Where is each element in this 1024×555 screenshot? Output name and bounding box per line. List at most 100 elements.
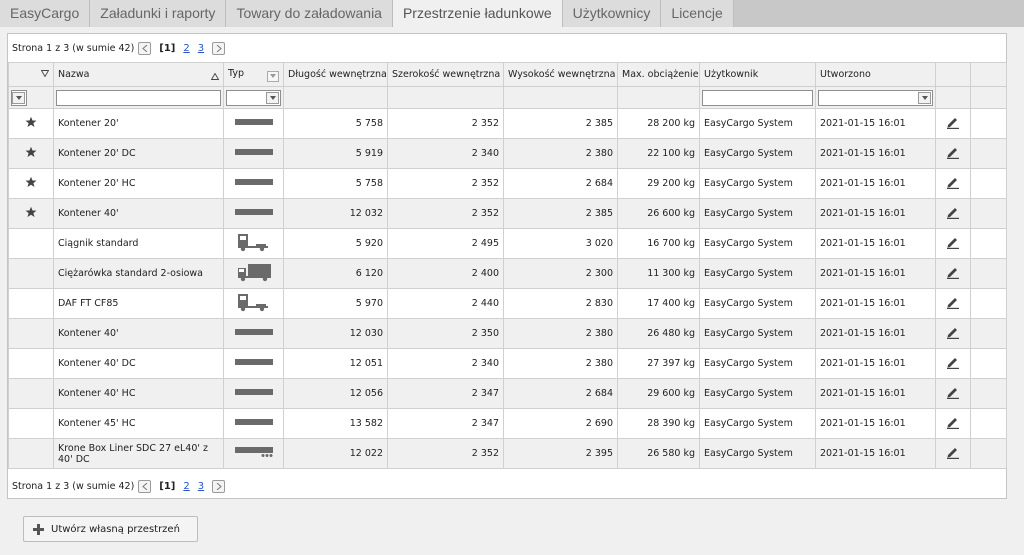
- created-column-header[interactable]: Utworzono: [815, 62, 936, 87]
- user-column-header[interactable]: Użytkownik: [699, 62, 816, 87]
- type-cell: [223, 438, 284, 469]
- edit-button[interactable]: [935, 198, 971, 229]
- height-cell: 2 380: [503, 318, 618, 349]
- length-cell: 12 022: [283, 438, 388, 469]
- prev-page-button[interactable]: [138, 479, 152, 493]
- chevron-down-icon: [269, 95, 276, 100]
- height-cell: 2 690: [503, 408, 618, 439]
- created-cell: 2021-01-15 16:01: [815, 318, 936, 349]
- table-row[interactable]: Ciągnik standard 5 920 2 495 3 020 16 700 kg…: [8, 228, 1007, 259]
- height-column-header[interactable]: Wysokość wewnętrzna: [503, 62, 618, 87]
- table-row[interactable]: Kontener 45' HC 13 582 2 347 2 690 28 390 kg…: [8, 408, 1007, 439]
- next-page-button[interactable]: [212, 479, 226, 493]
- length-cell: 13 582: [283, 408, 388, 439]
- extra-cell: [970, 318, 1007, 349]
- type-column-header[interactable]: Typ: [223, 62, 284, 87]
- edit-button[interactable]: [935, 288, 971, 319]
- name-column-header[interactable]: Nazwa: [53, 62, 224, 87]
- tab-załadunki-i-raporty[interactable]: Załadunki i raporty: [90, 0, 227, 27]
- table-row[interactable]: Ciężarówka standard 2-osiowa 6 120 2 400 2 …: [8, 258, 1007, 289]
- pencil-icon: [947, 147, 959, 159]
- tab-towary-do-załadowania[interactable]: Towary do załadowania: [226, 0, 393, 27]
- favorite-cell[interactable]: [8, 288, 54, 319]
- tab-licencje[interactable]: Licencje: [661, 0, 734, 27]
- type-filter-select[interactable]: [226, 89, 281, 106]
- favorite-column-header[interactable]: [8, 62, 54, 87]
- type-cell: [223, 258, 284, 289]
- page-3-link[interactable]: 3: [198, 43, 204, 54]
- favorite-filter-select[interactable]: [11, 89, 27, 106]
- length-column-header[interactable]: Długość wewnętrzna: [283, 62, 388, 87]
- favorite-cell[interactable]: [8, 408, 54, 439]
- pager-text: Strona 1 z 3 (w sumie 42): [12, 480, 135, 492]
- favorite-cell[interactable]: [8, 348, 54, 379]
- extra-cell: [970, 438, 1007, 469]
- favorite-cell[interactable]: [8, 228, 54, 259]
- edit-button[interactable]: [935, 408, 971, 439]
- user-cell: EasyCargo System: [699, 228, 816, 259]
- type-filter-menu-button[interactable]: [267, 70, 279, 82]
- extra-cell: [970, 108, 1007, 139]
- table-row[interactable]: Kontener 20' HC 5 758 2 352 2 684 29 200 kg E…: [8, 168, 1007, 199]
- width-column-header[interactable]: Szerokość wewnętrzna: [387, 62, 504, 87]
- table-row[interactable]: Kontener 20' 5 758 2 352 2 385 28 200 kg Easy…: [8, 108, 1007, 139]
- favorite-cell[interactable]: [8, 108, 54, 139]
- tab-użytkownicy[interactable]: Użytkownicy: [562, 0, 662, 27]
- table-row[interactable]: Kontener 40' 12 032 2 352 2 385 26 600 kg Eas…: [8, 198, 1007, 229]
- edit-button[interactable]: [935, 138, 971, 169]
- maxload-cell: 26 600 kg: [617, 198, 700, 229]
- maxload-cell: 28 390 kg: [617, 408, 700, 439]
- favorite-cell[interactable]: [8, 138, 54, 169]
- edit-button[interactable]: [935, 168, 971, 199]
- chevron-right-icon: [216, 44, 222, 52]
- page-3-link[interactable]: 3: [198, 481, 204, 492]
- table-row[interactable]: Kontener 40' HC 12 056 2 347 2 684 29 600 kg…: [8, 378, 1007, 409]
- pager-text: Strona 1 z 3 (w sumie 42): [12, 42, 135, 54]
- favorite-cell[interactable]: [8, 378, 54, 409]
- favorite-cell[interactable]: [8, 198, 54, 229]
- table-row[interactable]: DAF FT CF85 5 970 2 440 2 830 17 400 kg EasyC…: [8, 288, 1007, 319]
- favorite-cell[interactable]: [8, 168, 54, 199]
- edit-button[interactable]: [935, 438, 971, 469]
- edit-button[interactable]: [935, 258, 971, 289]
- edit-button[interactable]: [935, 348, 971, 379]
- extra-column-header: [970, 62, 1007, 87]
- user-cell: EasyCargo System: [699, 168, 816, 199]
- favorite-cell[interactable]: [8, 438, 54, 469]
- table-row[interactable]: Kontener 20' DC 5 919 2 340 2 380 22 100 kg E…: [8, 138, 1007, 169]
- maxload-column-header[interactable]: Max. obciążenie: [617, 62, 700, 87]
- height-cell: 2 380: [503, 138, 618, 169]
- user-filter-input[interactable]: [702, 89, 813, 106]
- pencil-icon: [947, 297, 959, 309]
- table-row[interactable]: Krone Box Liner SDC 27 eL40' z 40' DC 12 …: [8, 438, 1007, 469]
- tab-bar: EasyCargo Załadunki i raporty Towary do za…: [0, 0, 1024, 27]
- maxload-cell: 28 200 kg: [617, 108, 700, 139]
- edit-button[interactable]: [935, 318, 971, 349]
- create-own-space-button[interactable]: Utwórz własną przestrzeń: [23, 516, 198, 542]
- name-cell: Kontener 40' HC: [53, 378, 224, 409]
- favorite-cell[interactable]: [8, 318, 54, 349]
- name-filter-input[interactable]: [56, 89, 221, 106]
- page-2-link[interactable]: 2: [183, 481, 189, 492]
- container-icon: [234, 179, 273, 185]
- page-2-link[interactable]: 2: [183, 43, 189, 54]
- width-cell: 2 340: [387, 138, 504, 169]
- favorite-cell[interactable]: [8, 258, 54, 289]
- edit-button[interactable]: [935, 378, 971, 409]
- pencil-icon: [947, 327, 959, 339]
- chevron-left-icon: [142, 482, 148, 490]
- tab-przestrzenie-ładunkowe[interactable]: Przestrzenie ładunkowe: [392, 0, 563, 27]
- created-filter-select[interactable]: [818, 89, 933, 106]
- prev-page-button[interactable]: [138, 41, 152, 55]
- table-row[interactable]: Kontener 40' 12 030 2 350 2 380 26 480 kg Eas…: [8, 318, 1007, 349]
- name-cell: DAF FT CF85: [53, 288, 224, 319]
- created-cell: 2021-01-15 16:01: [815, 198, 936, 229]
- name-cell: Kontener 20': [53, 108, 224, 139]
- tab-easycargo[interactable]: EasyCargo: [0, 0, 91, 27]
- user-cell: EasyCargo System: [699, 438, 816, 469]
- edit-button[interactable]: [935, 108, 971, 139]
- next-page-button[interactable]: [212, 41, 226, 55]
- length-cell: 12 032: [283, 198, 388, 229]
- table-row[interactable]: Kontener 40' DC 12 051 2 340 2 380 27 397 kg…: [8, 348, 1007, 379]
- edit-button[interactable]: [935, 228, 971, 259]
